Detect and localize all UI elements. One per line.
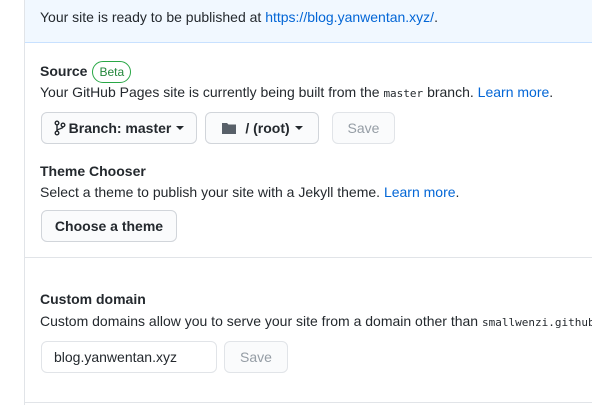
panel-left-border: [24, 0, 25, 405]
publish-status-text: Your site is ready to be published at: [40, 9, 266, 25]
source-save-button[interactable]: Save: [332, 112, 395, 144]
source-description: Your GitHub Pages site is currently bein…: [40, 82, 553, 104]
branch-select-button[interactable]: Branch: master: [41, 112, 197, 144]
theme-description: Select a theme to publish your site with…: [40, 182, 459, 202]
section-divider-bottom: [25, 402, 592, 403]
publish-status-suffix: .: [434, 9, 438, 25]
choose-theme-button[interactable]: Choose a theme: [41, 210, 177, 242]
chevron-down-icon: [176, 126, 185, 130]
folder-select-button[interactable]: / (root): [205, 112, 319, 144]
source-heading: Source Beta: [40, 61, 132, 84]
source-desc-after: branch.: [423, 84, 478, 100]
folder-select-label: / (root): [245, 120, 290, 136]
source-learn-more-link[interactable]: Learn more: [478, 84, 550, 100]
branch-code: master: [383, 87, 424, 100]
chevron-down-icon: [294, 126, 303, 130]
custom-domain-save-button[interactable]: Save: [224, 341, 288, 373]
source-title: Source: [40, 63, 88, 79]
custom-domain-input[interactable]: blog.yanwentan.xyz: [41, 341, 217, 373]
theme-desc-text: Select a theme to publish your site with…: [40, 184, 384, 200]
github-domain-code: smallwenzi.github.io: [481, 316, 592, 329]
folder-icon: [222, 123, 237, 134]
custom-domain-title: Custom domain: [40, 291, 146, 307]
publish-status-banner: Your site is ready to be published at ht…: [25, 0, 592, 43]
branch-select-label: Branch: master: [68, 120, 172, 136]
beta-badge: Beta: [92, 61, 132, 84]
source-desc-text: Your GitHub Pages site is currently bein…: [40, 84, 384, 100]
source-desc-period: .: [549, 84, 554, 100]
custom-domain-description: Custom domains allow you to serve your s…: [40, 311, 592, 333]
site-url-link[interactable]: https://blog.yanwentan.xyz/: [265, 9, 434, 25]
section-divider: [25, 257, 592, 258]
theme-learn-more-link[interactable]: Learn more: [384, 184, 456, 200]
theme-desc-period: .: [455, 184, 460, 200]
git-branch-icon: [54, 120, 66, 136]
custom-domain-desc-text: Custom domains allow you to serve your s…: [40, 313, 482, 329]
theme-chooser-title: Theme Chooser: [40, 163, 146, 179]
